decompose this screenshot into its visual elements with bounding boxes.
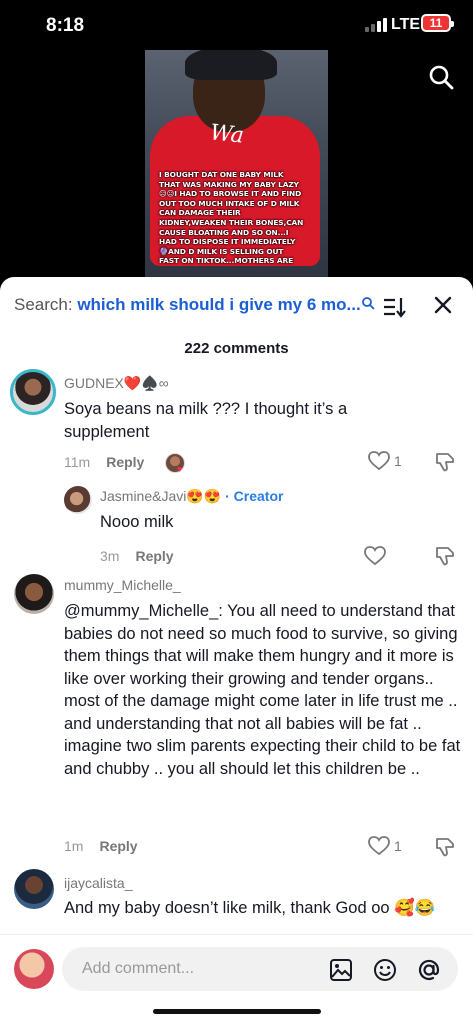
creator-badge: · Creator — [225, 488, 284, 504]
video-shirt-text: Wa — [208, 120, 246, 149]
search-query-text: which milk should i give my 6 mo... — [77, 295, 361, 314]
like-button[interactable]: 1 — [368, 836, 402, 856]
video-caption: I BOUGHT DAT ONE BABY MILK THAT WAS MAKI… — [159, 170, 304, 266]
comment-text: @mummy_Michelle_: You all need to unders… — [64, 602, 461, 778]
thumbs-down-icon[interactable] — [434, 451, 456, 473]
sort-icon[interactable] — [382, 296, 406, 318]
heart-icon — [368, 451, 390, 471]
home-indicator[interactable] — [153, 1009, 321, 1014]
avatar[interactable] — [14, 574, 54, 614]
comment-text: And my baby doesn’t like milk, thank God… — [64, 899, 436, 917]
avatar[interactable] — [10, 369, 56, 415]
battery-level: 11 — [429, 16, 443, 30]
comment-username[interactable]: GUDNEX❤️♠️∞ — [64, 375, 169, 392]
avatar[interactable] — [64, 486, 92, 514]
comment-meta: 3m Reply — [100, 548, 174, 564]
comment-input-placeholder: Add comment... — [82, 960, 195, 977]
comments-count: 222 comments — [184, 340, 289, 357]
status-bar: 8:18 LTE 11 — [0, 0, 473, 50]
video-baby-cap — [185, 50, 277, 80]
search-icon[interactable] — [428, 64, 454, 90]
avatar[interactable] — [14, 869, 54, 909]
reply-button[interactable]: Reply — [99, 838, 137, 854]
comment-search-bar[interactable]: Search: which milk should i give my 6 mo… — [0, 277, 473, 335]
comment-meta: 1m Reply — [64, 838, 138, 854]
like-count: 1 — [394, 453, 402, 469]
battery-icon: 11 — [421, 14, 454, 32]
comment-meta: 11m Reply — [64, 454, 144, 470]
search-query[interactable]: Search: which milk should i give my 6 mo… — [14, 295, 361, 315]
like-button[interactable]: 1 — [368, 451, 402, 471]
reply-button[interactable]: Reply — [106, 454, 144, 470]
close-icon[interactable] — [432, 294, 454, 316]
comment-username[interactable]: Jasmine&Javi😍😍 · Creator — [100, 488, 283, 505]
my-avatar — [14, 949, 54, 989]
status-time: 8:18 — [46, 15, 85, 36]
search-prefix: Search: — [14, 295, 78, 314]
comments-sheet: Search: which milk should i give my 6 mo… — [0, 277, 473, 1024]
like-count: 1 — [394, 838, 402, 854]
heart-icon[interactable] — [364, 546, 386, 566]
reply-button[interactable]: Reply — [135, 548, 173, 564]
emoji-icon[interactable] — [372, 957, 398, 983]
comment-username[interactable]: ijaycalista_ — [64, 875, 132, 891]
search-icon[interactable] — [361, 296, 375, 310]
thumbs-down-icon[interactable] — [434, 836, 456, 858]
network-label: LTE — [391, 16, 421, 33]
signal-icon — [365, 18, 387, 32]
heart-icon: ♥ — [177, 464, 183, 474]
comment-time: 11m — [64, 454, 91, 470]
thumbs-down-icon[interactable] — [434, 545, 456, 567]
reply-username: Jasmine&Javi😍😍 — [100, 488, 222, 504]
image-icon[interactable] — [328, 957, 354, 983]
comment-text: Soya beans na milk ??? I thought it’s a … — [64, 400, 348, 441]
comment-text: Nooo milk — [100, 513, 174, 531]
comment-time: 1m — [64, 838, 84, 854]
video-preview[interactable]: Wa I BOUGHT DAT ONE BABY MILK THAT WAS M… — [145, 50, 328, 280]
comment-input[interactable]: Add comment... — [62, 947, 458, 991]
at-icon[interactable] — [416, 957, 442, 983]
comment-username[interactable]: mummy_Michelle_ — [64, 577, 181, 593]
comment-time: 3m — [100, 548, 120, 564]
heart-icon — [368, 836, 390, 856]
